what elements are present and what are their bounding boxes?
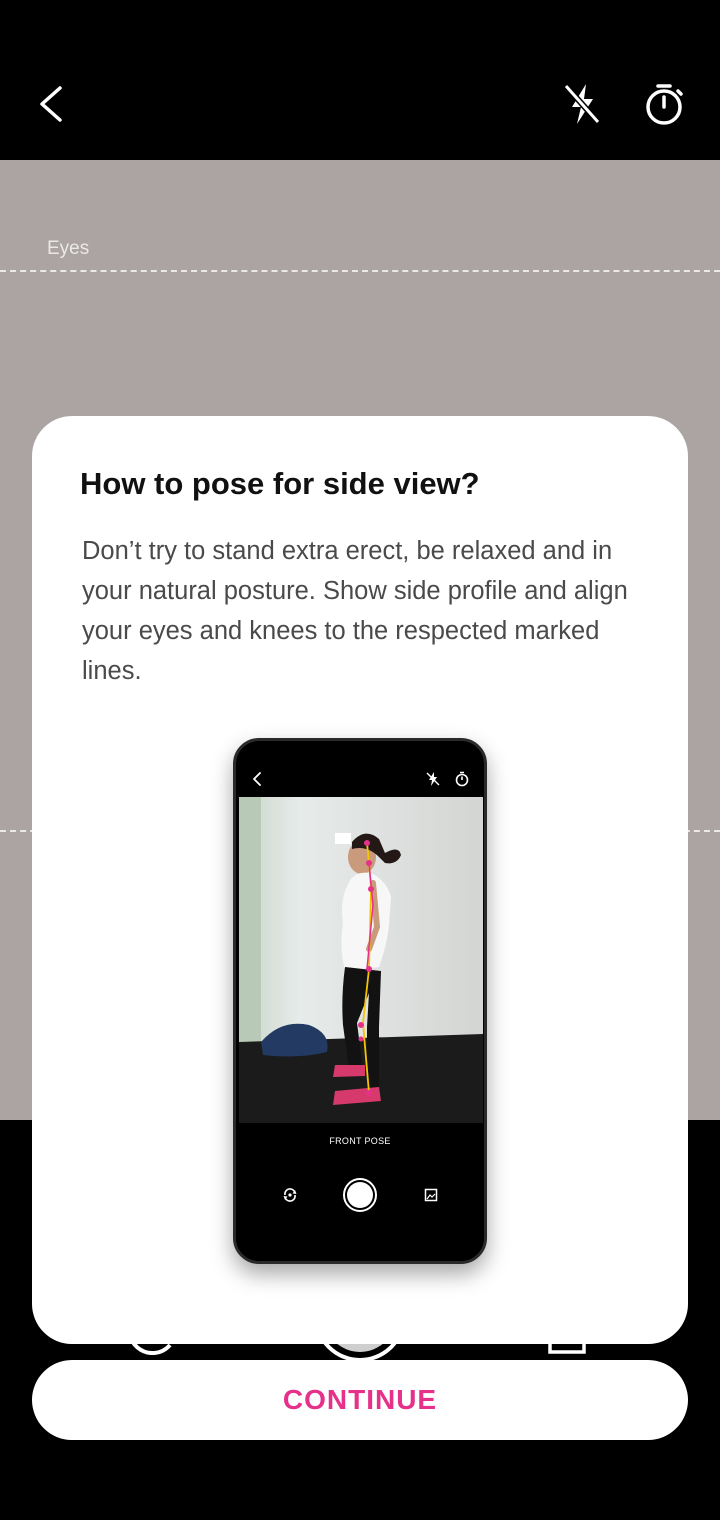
- top-bar: [0, 0, 720, 160]
- mini-flip-camera-icon: [283, 1188, 297, 1202]
- timer-icon[interactable]: [640, 80, 688, 128]
- continue-button[interactable]: CONTINUE: [32, 1360, 688, 1440]
- dialog-body: Don’t try to stand extra erect, be relax…: [82, 537, 628, 685]
- dialog-title: How to pose for side view?: [80, 466, 480, 501]
- phone-illustration: FRONT POSE: [233, 738, 487, 1264]
- pose-example-photo: [239, 797, 483, 1123]
- flash-off-icon[interactable]: [560, 80, 604, 128]
- eyes-guide-line: [0, 270, 720, 272]
- mini-back-icon: [253, 772, 261, 786]
- mini-pose-label: FRONT POSE: [329, 1136, 391, 1146]
- mini-shutter-icon: [343, 1178, 377, 1212]
- back-arrow-icon[interactable]: [30, 80, 74, 128]
- instruction-dialog: How to pose for side view? Don’t try to …: [32, 416, 688, 1344]
- mini-flash-off-icon: [426, 772, 440, 786]
- mini-gallery-icon: [424, 1188, 438, 1202]
- mini-timer-icon: [455, 771, 469, 787]
- eyes-guide-label: Eyes: [47, 238, 90, 259]
